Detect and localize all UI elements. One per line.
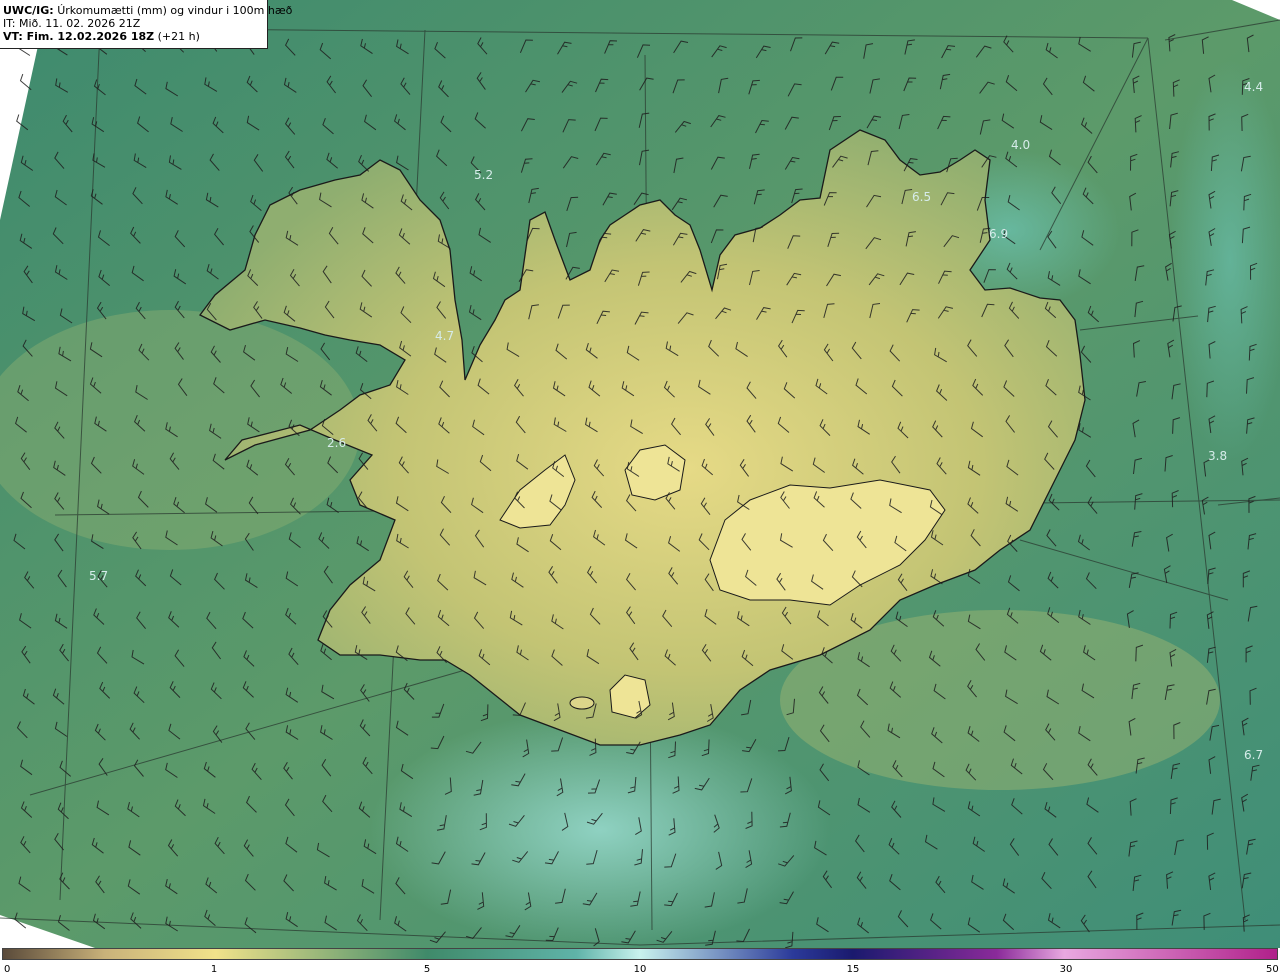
map-panel: 5.2 4.0 4.4 6.5 6.9 4.7 2.6 5.7 3.8 6.7 … — [0, 0, 1280, 948]
title-line-1: UWC/IG: Úrkomumætti (mm) og vindur i 100… — [3, 4, 292, 17]
map-value-label: 3.8 — [1208, 449, 1227, 463]
map-value-label: 6.9 — [989, 227, 1008, 241]
colorbar-tick: 0 — [4, 964, 11, 975]
map-value-label: 4.0 — [1011, 138, 1030, 152]
map-value-label: 4.4 — [1244, 80, 1263, 94]
map-value-label: 6.7 — [1244, 748, 1263, 762]
valid-time: VT: Fim. 12.02.2026 18Z — [3, 30, 155, 43]
forecast-offset: (+21 h) — [157, 30, 200, 43]
colorbar-tick: 10 — [633, 964, 647, 975]
issue-time: IT: Mið. 11. 02. 2026 21Z — [3, 17, 141, 30]
map-value-label: 6.5 — [912, 190, 931, 204]
colorbar-strip — [2, 948, 1278, 960]
map-value-label: 5.2 — [474, 168, 493, 182]
colorbar-tick: 30 — [1059, 964, 1073, 975]
map-value-label: 2.6 — [327, 436, 346, 450]
map-title-box: UWC/IG: Úrkomumætti (mm) og vindur i 100… — [0, 0, 292, 49]
map-canvas: 5.2 4.0 4.4 6.5 6.9 4.7 2.6 5.7 3.8 6.7 — [0, 0, 1280, 948]
island-south — [569, 696, 595, 710]
title-line-3: VT: Fim. 12.02.2026 18Z (+21 h) — [3, 30, 267, 43]
product-description: Úrkomumætti (mm) og vindur i 100m hæð — [57, 4, 293, 17]
product-name: UWC/IG: — [3, 4, 54, 17]
colorbar-tick: 15 — [846, 964, 860, 975]
map-value-label: 5.7 — [89, 569, 108, 583]
colorbar-tick: 1 — [210, 964, 218, 975]
colorbar-tick: 5 — [423, 964, 431, 975]
colorbar: 0 1 5 10 15 30 50 — [0, 948, 1280, 978]
colorbar-tick: 50 — [1266, 964, 1279, 975]
map-value-label: 4.7 — [435, 329, 454, 343]
